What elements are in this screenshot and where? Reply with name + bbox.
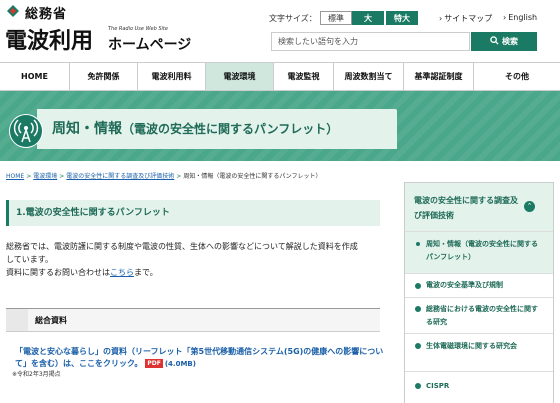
nav-item-other[interactable]: その他: [474, 63, 560, 90]
intro-text-line2: しています。: [6, 255, 53, 264]
site-subtitle[interactable]: ホームページ: [108, 34, 191, 54]
breadcrumb-home[interactable]: HOME: [6, 173, 24, 180]
document-date: ※令和2年3月掲点: [12, 371, 61, 378]
site-title[interactable]: 電波利用: [5, 23, 93, 55]
section-title: 1.電波の安全性に関するパンフレット: [6, 200, 380, 226]
chevron-up-icon[interactable]: ⌃: [524, 201, 535, 212]
page-title-main: 周知・情報: [52, 121, 122, 137]
pdf-label: PDF: [147, 360, 161, 367]
sub-heading-marker: [6, 309, 28, 331]
chevron-right-icon: ›: [503, 13, 507, 22]
bullet-icon: [415, 283, 421, 289]
english-link[interactable]: › English: [503, 13, 537, 22]
ministry-logo-icon: [5, 3, 21, 19]
contact-link[interactable]: こちら: [110, 268, 134, 277]
bullet-icon: [415, 306, 421, 312]
font-size-large-button[interactable]: 大: [352, 11, 384, 25]
side-nav-item-label: 周知・情報（電波の安全性に関するパンフレット）: [426, 240, 538, 261]
breadcrumb-current: 周知・情報（電波の安全性に関するパンフレット）: [183, 173, 322, 180]
nav-item-environment[interactable]: 電波環境: [206, 63, 274, 90]
intro-text-line1: 総務省では、電波防護に関する制度や電波の性質、生体への影響などについて解説した資…: [6, 242, 358, 251]
side-nav-heading[interactable]: 電波の安全性に関する調査及び評価技術 ⌃: [405, 183, 553, 231]
search-icon: [490, 36, 499, 45]
nav-item-home[interactable]: HOME: [0, 63, 70, 90]
sub-heading-text: 総合資料: [35, 316, 67, 325]
contact-text: 資料に関するお問い合わせはこちらまで。: [6, 267, 158, 278]
breadcrumb-separator-icon: >: [59, 173, 65, 180]
bullet-icon: [415, 383, 421, 389]
page-title-sub: （電波の安全性に関するパンフレット）: [122, 122, 339, 136]
banner-icon-circle: [9, 114, 43, 148]
chevron-right-icon: ›: [439, 14, 443, 23]
sitemap-label: サイトマップ: [444, 14, 493, 23]
font-size-extra-large-button[interactable]: 特大: [386, 11, 418, 25]
search-button-label: 検索: [502, 37, 518, 46]
nav-item-monitoring[interactable]: 電波監視: [274, 63, 334, 90]
pdf-icon: PDF: [145, 359, 163, 368]
font-size-standard-button[interactable]: 標準: [320, 11, 352, 25]
ministry-name[interactable]: 総務省: [25, 3, 67, 22]
contact-text-prefix: 資料に関するお問い合わせは: [6, 268, 110, 277]
side-nav-item-safety-standards[interactable]: 電波の安全基準及び規制: [405, 273, 553, 297]
document-link-text: 「電波と安心な暮らし」の資料（リーフレット「第5世代移動通信システム(5G)の健…: [15, 347, 384, 368]
breadcrumb-separator-icon: >: [26, 173, 32, 180]
global-nav: HOME 免許関係 電波利用料 電波環境 電波監視 周波数割当て 基準認証制度 …: [0, 62, 560, 91]
document-link[interactable]: 「電波と安心な暮らし」の資料（リーフレット「第5世代移動通信システム(5G)の健…: [15, 346, 385, 370]
side-nav-item-label: CISPR: [426, 382, 450, 390]
font-size-label: 文字サイズ：: [269, 14, 317, 23]
nav-item-certification[interactable]: 基準認証制度: [404, 63, 474, 90]
search-input[interactable]: [271, 32, 470, 51]
breadcrumb-separator-icon: >: [176, 173, 182, 180]
english-label: English: [508, 13, 538, 22]
pdf-size: (4.0MB): [164, 360, 196, 368]
page-title: 周知・情報（電波の安全性に関するパンフレット）: [52, 118, 338, 138]
side-nav-item-pamphlet[interactable]: 周知・情報（電波の安全性に関するパンフレット）: [405, 231, 553, 273]
side-nav-item-research[interactable]: 総務省における電波の安全性に関する研究: [405, 297, 553, 333]
side-nav-item-label: 生体電磁環境に関する研究会: [426, 342, 517, 350]
breadcrumb-environment[interactable]: 電波環境: [33, 173, 57, 180]
contact-text-suffix: まで。: [134, 268, 158, 277]
sitemap-link[interactable]: › サイトマップ: [439, 13, 492, 24]
search-button[interactable]: 検索: [471, 32, 537, 51]
side-nav-item-label: 総務省における電波の安全性に関する研究: [426, 305, 538, 326]
nav-item-usage-fee[interactable]: 電波利用料: [138, 63, 206, 90]
nav-item-license[interactable]: 免許関係: [70, 63, 138, 90]
side-nav: 電波の安全性に関する調査及び評価技術 ⌃ 周知・情報（電波の安全性に関するパンフ…: [404, 182, 554, 403]
site-header: 総務省 電波利用 The Radio Use Web Site ホームページ 文…: [0, 0, 560, 62]
radio-tower-icon: [10, 115, 42, 147]
side-nav-item-study-group[interactable]: 生体電磁環境に関する研究会: [405, 333, 553, 371]
breadcrumb-research[interactable]: 電波の安全性に関する調査及び評価技術: [66, 173, 174, 180]
side-nav-heading-text: 電波の安全性に関する調査及び評価技術: [414, 196, 518, 220]
side-nav-item-cispr[interactable]: CISPR: [405, 371, 553, 403]
nav-item-frequency[interactable]: 周波数割当て: [334, 63, 404, 90]
site-title-en: The Radio Use Web Site: [108, 26, 168, 32]
bullet-icon: [415, 241, 421, 247]
side-nav-item-label: 電波の安全基準及び規制: [426, 281, 503, 289]
breadcrumb: HOME > 電波環境 > 電波の安全性に関する調査及び評価技術 > 周知・情報（電波の安全…: [6, 171, 321, 180]
sub-heading: 総合資料: [6, 308, 380, 332]
bullet-icon: [415, 343, 421, 349]
